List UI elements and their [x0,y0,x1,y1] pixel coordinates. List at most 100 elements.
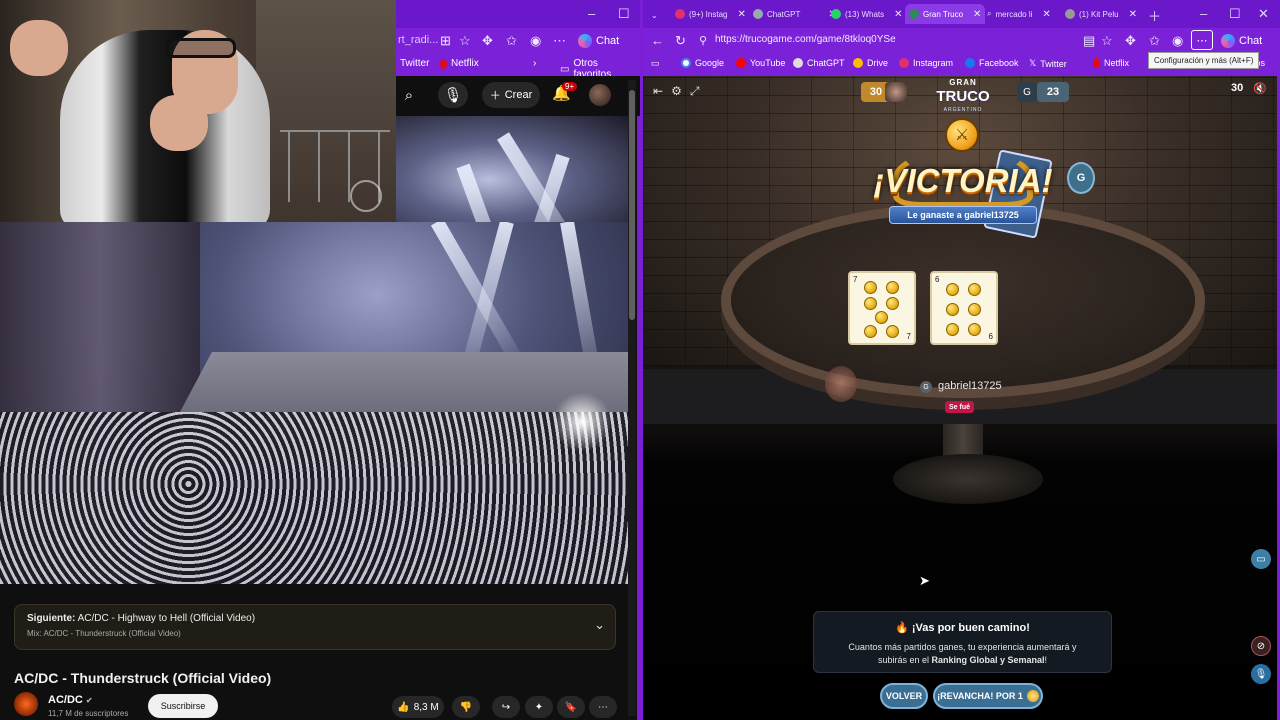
video-frame-top[interactable] [396,116,628,222]
close-icon[interactable]: ✕ [1129,9,1137,20]
bookmark-netflix[interactable]: Netflix [1093,58,1129,68]
favorites-icon[interactable]: ✩ [1149,33,1160,49]
search-icon[interactable]: ⌕ [394,82,424,108]
profile-icon[interactable]: ◉ [1172,33,1183,49]
up-next-panel[interactable]: Siguiente: AC/DC - Highway to Hell (Offi… [14,604,616,650]
save-button[interactable]: 🔖 [557,696,585,718]
back-button[interactable]: VOLVER [880,683,928,709]
new-tab-icon[interactable]: ＋ [1148,6,1161,25]
reader-icon[interactable]: ▤ [1083,33,1095,49]
microphone-icon[interactable]: 🎙 [1251,664,1271,684]
tab-gran-truco[interactable]: Gran Truco ✕ [905,4,986,24]
star-icon[interactable]: ☆ [1101,33,1113,49]
close-window-icon[interactable]: ✕ [1258,6,1269,22]
youtube-icon [736,58,746,68]
profile-icon[interactable]: ◉ [530,33,541,49]
copilot-chat-button[interactable]: Chat [1221,32,1262,50]
opponent-avatar: G [1017,82,1037,102]
coin-icon [1026,690,1039,702]
fire-icon: 🔥 [895,622,909,634]
extensions-icon[interactable]: ✥ [1125,33,1136,49]
player-marker [825,366,857,402]
bookmark-twitter[interactable]: Twitter [400,58,429,69]
exit-icon[interactable]: ⇤ [653,84,663,99]
star-icon[interactable]: ☆ [459,33,471,49]
microphone-icon[interactable]: 🎙 [438,82,468,108]
up-next-title: AC/DC - Highway to Hell (Official Video) [77,613,256,624]
no-sound-icon[interactable]: ⊘ [1251,636,1271,656]
share-button[interactable]: ↪ [492,696,520,718]
create-button[interactable]: ＋ Crear [482,82,540,108]
chatgpt-icon [793,58,803,68]
channel-avatar[interactable] [14,692,38,716]
close-icon[interactable]: ✕ [973,9,981,20]
chevron-right-icon[interactable]: › [533,58,536,69]
tab-instagram[interactable]: (9+) Instag ✕ [671,4,750,24]
bookmark-chatgpt[interactable]: ChatGPT [793,58,845,68]
played-card: 7 7 [848,271,916,345]
mute-icon[interactable]: 🔇 [1253,82,1267,95]
bookmark-youtube[interactable]: YouTube [736,58,785,68]
extensions-icon[interactable]: ✥ [482,33,493,49]
bookmark-twitter[interactable]: 𝕏 Twitter [1029,58,1067,69]
minimize-icon[interactable]: – [1200,6,1207,21]
bookmark-facebook[interactable]: Facebook [965,58,1019,68]
favorites-icon[interactable]: ✩ [506,33,517,49]
copilot-chat-button[interactable]: Chat [578,32,619,50]
like-button[interactable]: 👍 8,3 M [392,696,444,718]
subscribe-button[interactable]: Suscribirse [148,694,218,718]
left-address-fragment[interactable]: rt_radi... [398,34,438,46]
scrollbar-thumb[interactable] [629,90,635,320]
chat-bubble-icon[interactable]: ▭ [1251,549,1271,569]
left-scrollbar[interactable] [628,80,636,716]
settings-icon[interactable]: ⚙ [671,84,682,99]
verified-icon: ✔ [85,696,93,705]
ask-button[interactable]: ✦ [525,696,553,718]
bookmarks-icon[interactable]: ▭ [651,58,660,69]
tab-mercado-libre[interactable]: ⌕ mercado li ✕ [983,4,1055,24]
bookmark-drive[interactable]: Drive [853,58,888,68]
truco-game-canvas[interactable]: ⇤ ⚙ ⤢ 30 GRAN TRUCO ARGENTINO G 23 30 🔇 … [643,76,1277,720]
logo-argentino: ARGENTINO [943,107,983,113]
close-icon[interactable]: ✕ [894,9,902,20]
split-screen-icon[interactable]: ⊞ [440,33,451,49]
card-rank: 7 [906,332,911,341]
tab-label: (9+) Instag [689,9,728,19]
search-icon: ⌕ [987,9,992,18]
drive-icon [853,58,863,68]
close-icon[interactable]: ✕ [1042,9,1050,20]
bookmark-instagram[interactable]: Instagram [899,58,953,68]
tab-whatsapp[interactable]: (13) Whats ✕ [827,4,907,24]
close-icon[interactable]: ✕ [737,9,745,20]
back-icon[interactable]: ← [651,33,664,48]
toast-line1: Cuantos más partidos ganes, tu experienc… [848,642,1077,652]
tab-kit-pelu[interactable]: (1) Kit Pelu ✕ [1061,4,1141,24]
video-player[interactable] [0,222,628,584]
maximize-icon[interactable]: ☐ [618,6,630,22]
timer: 30 [1231,82,1244,94]
url-field[interactable]: https://trucogame.com/game/8tkloq0YSe [715,34,896,45]
victory-title: ¡VICTORIA! [873,162,1053,199]
bookmark-label: Instagram [913,58,954,68]
minimize-icon[interactable]: – [588,6,595,21]
bookmark-google[interactable]: Google [681,58,724,68]
tab-label: mercado li [995,9,1033,19]
expand-icon[interactable]: ⤢ [690,84,700,99]
tab-list-icon[interactable]: ⌄ [647,5,662,25]
bookmark-netflix[interactable]: Netflix [440,58,479,69]
played-card: 6 6 [930,271,998,345]
instagram-icon [899,58,909,68]
sword-medal-icon: ⚔ [945,118,979,152]
site-info-icon[interactable]: ⚲ [699,34,707,47]
rematch-button[interactable]: ¡REVANCHA! POR 1 [933,683,1043,709]
sparkle-icon: ✦ [534,701,544,713]
chevron-down-icon[interactable]: ⌄ [594,617,605,633]
channel-name[interactable]: AC/DC ✔ [48,694,93,706]
settings-more-button[interactable]: ⋯ [1191,30,1213,50]
reload-icon[interactable]: ↻ [675,33,686,49]
more-actions-button[interactable]: ⋯ [589,696,617,718]
more-icon[interactable]: ⋯ [553,33,566,49]
maximize-icon[interactable]: ☐ [1229,6,1241,22]
avatar[interactable] [589,84,611,106]
dislike-button[interactable]: 👎 [452,696,480,718]
